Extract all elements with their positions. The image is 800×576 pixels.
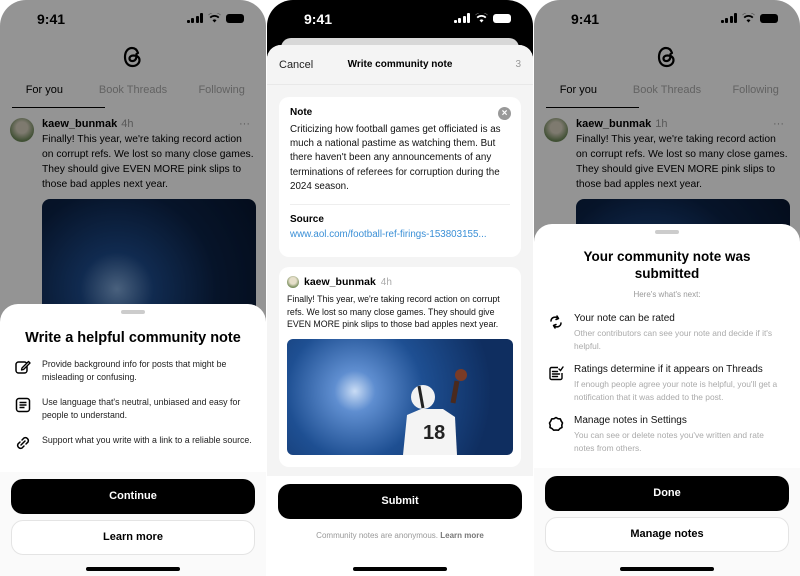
home-indicator[interactable]	[620, 567, 714, 571]
settings-icon	[548, 416, 564, 431]
sheet-subtitle: Here's what's next:	[633, 290, 701, 299]
phone-compose-screen: 9:41 Cancel Write community note 3 Note …	[267, 0, 533, 576]
step-description: Other contributors can see your note and…	[574, 328, 773, 351]
checklist-icon	[549, 366, 564, 381]
next-step-item: Your note can be rated Other contributors…	[548, 313, 786, 352]
tip-item: Use language that's neutral, unbiased an…	[14, 396, 252, 421]
clear-note-icon[interactable]: ×	[498, 107, 511, 120]
anonymous-text: Community notes are anonymous.	[316, 531, 439, 540]
tip-item: Support what you write with a link to a …	[14, 434, 252, 452]
battery-icon	[493, 13, 511, 23]
note-card: Note × Criticizing how football games ge…	[279, 97, 521, 257]
wifi-icon	[475, 13, 488, 23]
home-indicator[interactable]	[353, 567, 447, 571]
step-count: 3	[515, 59, 521, 70]
football-player-illustration: 18	[403, 368, 467, 455]
next-step-item: Manage notes in Settings You can see or d…	[548, 415, 786, 454]
modal-header: Cancel Write community note 3	[267, 45, 533, 85]
edit-icon	[15, 360, 31, 374]
manage-notes-button[interactable]: Manage notes	[545, 517, 789, 552]
post-username: kaew_bunmak	[304, 276, 376, 288]
document-icon	[15, 397, 31, 413]
tip-text: Provide background info for posts that m…	[42, 359, 227, 382]
sheet-title: Write a helpful community note	[25, 330, 241, 346]
learn-more-link[interactable]: Learn more	[440, 531, 484, 540]
note-input[interactable]: Criticizing how football games get offic…	[290, 123, 510, 194]
post-time: 4h	[380, 276, 392, 288]
tip-text: Use language that's neutral, unbiased an…	[42, 397, 241, 420]
avatar	[287, 276, 299, 288]
divider	[290, 204, 510, 206]
rate-icon	[550, 315, 562, 329]
tip-text: Support what you write with a link to a …	[42, 435, 252, 445]
sheet-grabber[interactable]	[655, 230, 679, 234]
post-text: Finally! This year, we're taking record …	[287, 294, 500, 329]
modal-title: Write community note	[347, 59, 453, 70]
sheet-grabber[interactable]	[121, 310, 145, 314]
note-label: Note	[290, 107, 313, 118]
status-time: 9:41	[304, 11, 333, 27]
tip-item: Provide background info for posts that m…	[14, 358, 252, 383]
submitted-bottom-sheet: Your community note was submitted Here's…	[534, 224, 800, 576]
status-bar: 9:41	[267, 0, 533, 40]
step-description: If enough people agree your note is help…	[574, 379, 778, 402]
learn-more-button[interactable]: Learn more	[11, 520, 255, 555]
home-indicator[interactable]	[86, 567, 180, 571]
cellular-signal-icon	[453, 13, 470, 23]
done-button[interactable]: Done	[545, 476, 789, 511]
step-description: You can see or delete notes you've writt…	[574, 430, 764, 453]
post-image: 18	[287, 338, 513, 455]
phone-submitted-screen: 9:41 For you Book Threads Following kaew…	[534, 0, 800, 576]
step-title: Your note can be rated	[574, 313, 675, 324]
sheet-title: Your community note was submitted	[583, 249, 751, 281]
source-label: Source	[290, 214, 324, 226]
next-step-item: Ratings determine if it appears on Threa…	[548, 364, 786, 403]
intro-bottom-sheet: Write a helpful community note Provide b…	[0, 304, 266, 576]
phone-intro-screen: 9:41 For you Book Threads Following kaew…	[0, 0, 266, 576]
step-title: Manage notes in Settings	[574, 415, 687, 426]
step-title: Ratings determine if it appears on Threa…	[574, 364, 763, 375]
continue-button[interactable]: Continue	[11, 479, 255, 514]
source-link[interactable]: www.aol.com/football-ref-firings-1538031…	[290, 229, 510, 240]
link-icon	[16, 436, 30, 450]
submit-button[interactable]: Submit	[278, 484, 522, 519]
anonymous-notice: Community notes are anonymous. Learn mor…	[267, 531, 533, 540]
quoted-post-card: kaew_bunmak 4h Finally! This year, we're…	[279, 267, 521, 467]
compose-modal: Cancel Write community note 3 Note × Cri…	[267, 45, 533, 576]
svg-text:18: 18	[423, 422, 445, 444]
